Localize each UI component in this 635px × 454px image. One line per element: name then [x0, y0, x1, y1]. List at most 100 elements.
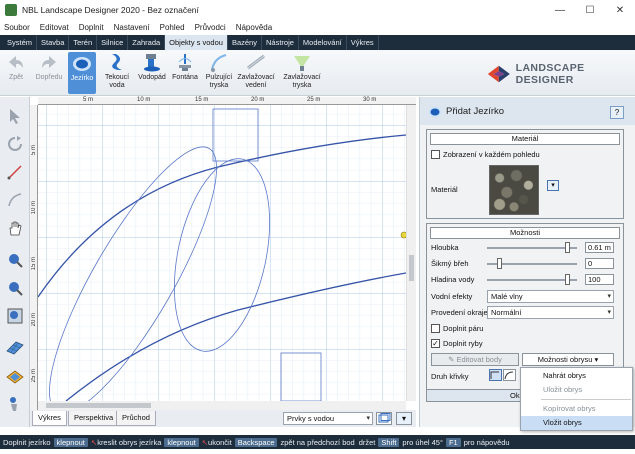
minimize-button[interactable]: — [545, 0, 575, 20]
paste-outline-item[interactable]: Vložit obrys [521, 416, 632, 430]
horizontal-scrollbar[interactable] [38, 401, 406, 410]
vertical-scrollbar[interactable] [406, 105, 416, 401]
tab-vykres[interactable]: Výkres [347, 35, 379, 50]
line-tool[interactable] [4, 161, 26, 183]
left-toolbar [0, 97, 30, 427]
menu-editovat[interactable]: Editovat [40, 23, 69, 32]
tab-perspective-view[interactable]: Perspektiva [68, 411, 120, 426]
load-outline-item[interactable]: Nahrát obrys [521, 369, 632, 383]
curve-type-spline-button[interactable] [503, 369, 516, 381]
curve-tool[interactable] [4, 189, 26, 211]
tab-stavba[interactable]: Stavba [37, 35, 70, 50]
material-dropdown-button[interactable]: ▾ [547, 180, 559, 191]
drawing-canvas[interactable] [38, 105, 406, 401]
depth-slider-thumb[interactable] [565, 242, 570, 253]
tab-nastroje[interactable]: Nástroje [262, 35, 299, 50]
menu-doplnit[interactable]: Doplnit [79, 23, 104, 32]
edit-points-button[interactable]: ✎ Editovat body [431, 353, 519, 366]
vertical-scroll-thumb[interactable] [409, 255, 414, 281]
zoom-window-tool[interactable] [4, 305, 26, 327]
water-effects-label: Vodní efekty [431, 292, 473, 301]
pulse-nozzle-tool-button[interactable]: Pulzující tryska [202, 52, 236, 90]
water-level-slider-track[interactable] [487, 279, 577, 281]
redo-button[interactable]: Dopředu [32, 52, 66, 82]
irrigation-line-label: Zavlažovací vedení [237, 74, 275, 89]
zoom-out-tool[interactable] [4, 277, 26, 299]
redo-icon [42, 56, 56, 68]
water-level-slider-thumb[interactable] [565, 274, 570, 285]
add-steam-checkbox[interactable] [431, 324, 440, 333]
maximize-button[interactable]: ☐ [575, 0, 605, 20]
curve-type-straight-button[interactable] [489, 369, 502, 381]
menu-nastaveni[interactable]: Nastavení [114, 23, 150, 32]
category-select[interactable]: Prvky s vodou ▾ [283, 412, 373, 425]
window-title: NBL Landscape Designer 2020 - Bez označe… [22, 5, 199, 15]
tab-silnice[interactable]: Silnice [97, 35, 129, 50]
fountain-tool-button[interactable]: Fontána [170, 52, 200, 82]
zoom-out-icon [9, 282, 23, 296]
slope-slider-thumb[interactable] [497, 258, 502, 269]
view-dropdown-button[interactable]: ▾ [396, 412, 412, 425]
water-effects-select[interactable]: Malé vlny ▾ [487, 290, 614, 303]
fountain-icon [178, 54, 192, 71]
app-icon [5, 4, 17, 16]
layer-tool[interactable] [4, 365, 26, 387]
tab-teren[interactable]: Terén [69, 35, 98, 50]
close-button[interactable]: ✕ [605, 0, 635, 20]
rotate-tool[interactable] [4, 133, 26, 155]
stream-tool-button[interactable]: Tekoucí voda [102, 52, 132, 90]
status-action: Doplnit jezírko [3, 437, 51, 447]
menu-pruvodci[interactable]: Průvodci [195, 23, 226, 32]
tab-modelovani[interactable]: Modelování [299, 35, 347, 50]
line-icon [7, 165, 22, 180]
zoom-in-tool[interactable] [4, 249, 26, 271]
water-level-label: Hladina vody [431, 275, 475, 284]
depth-slider-track[interactable] [487, 247, 577, 249]
pan-tool[interactable] [4, 217, 26, 239]
view-tabs: Výkres Perspektiva Průchod Prvky s vodou… [30, 410, 416, 427]
menu-napoveda[interactable]: Nápověda [236, 23, 272, 32]
select-tool[interactable] [4, 105, 26, 127]
menu-pohled[interactable]: Pohled [160, 23, 185, 32]
outline-options-menu: Nahrát obrys Uložit obrys Kopírovat obry… [520, 367, 633, 431]
material-section: Materiál Zobrazení v každém pohledu Mate… [426, 129, 624, 219]
horizontal-scroll-thumb[interactable] [46, 403, 151, 408]
ruler-mark: 5 m [31, 145, 37, 156]
tab-walkthrough-view[interactable]: Průchod [116, 411, 156, 426]
redo-label: Dopředu [35, 74, 63, 81]
help-button[interactable]: ? [610, 106, 624, 119]
waterfall-tool-button[interactable]: Vodopád [136, 52, 168, 82]
layers-button[interactable] [376, 412, 392, 425]
layers-icon [378, 413, 391, 423]
add-fish-checkbox[interactable]: ✓ [431, 339, 440, 348]
outline-options-button[interactable]: Možnosti obrysu ▾ [522, 353, 614, 366]
tab-system[interactable]: Systém [3, 35, 38, 50]
sprinkler-tool-button[interactable]: Zavlažovací tryska [282, 52, 322, 90]
tab-bazeny[interactable]: Bazény [228, 35, 262, 50]
zoom-in-icon [9, 254, 23, 268]
add-fish-label: Doplnit ryby [443, 339, 483, 348]
stream-icon [112, 54, 122, 70]
grid-tool[interactable] [4, 337, 26, 359]
walk-tool[interactable] [4, 393, 26, 415]
show-each-view-checkbox[interactable] [431, 150, 440, 159]
slope-input[interactable]: 0 [585, 258, 614, 269]
tab-drawing-view[interactable]: Výkres [32, 411, 67, 426]
tab-objekty-s-vodou[interactable]: Objekty s vodou [165, 35, 228, 50]
water-level-input[interactable]: 100 [585, 274, 614, 285]
irrigation-line-tool-button[interactable]: Zavlažovací vedení [237, 52, 275, 90]
f1-key: F1 [445, 437, 461, 447]
tab-zahrada[interactable]: Zahrada [128, 35, 166, 50]
undo-button[interactable]: Zpět [4, 52, 28, 82]
material-section-title: Materiál [430, 133, 620, 145]
bottom-strip [0, 449, 635, 454]
copy-outline-item[interactable]: Kopírovat obrys [521, 402, 632, 416]
save-outline-item[interactable]: Uložit obrys [521, 383, 632, 397]
menu-soubor[interactable]: Soubor [4, 23, 30, 32]
material-swatch[interactable] [489, 165, 539, 215]
edge-select[interactable]: Normální ▾ [487, 306, 614, 319]
rotate-icon [8, 136, 22, 151]
pond-icon [428, 106, 442, 118]
depth-input[interactable]: 0.61 m [585, 242, 614, 253]
pond-tool-button[interactable]: Jezírko [68, 52, 96, 94]
